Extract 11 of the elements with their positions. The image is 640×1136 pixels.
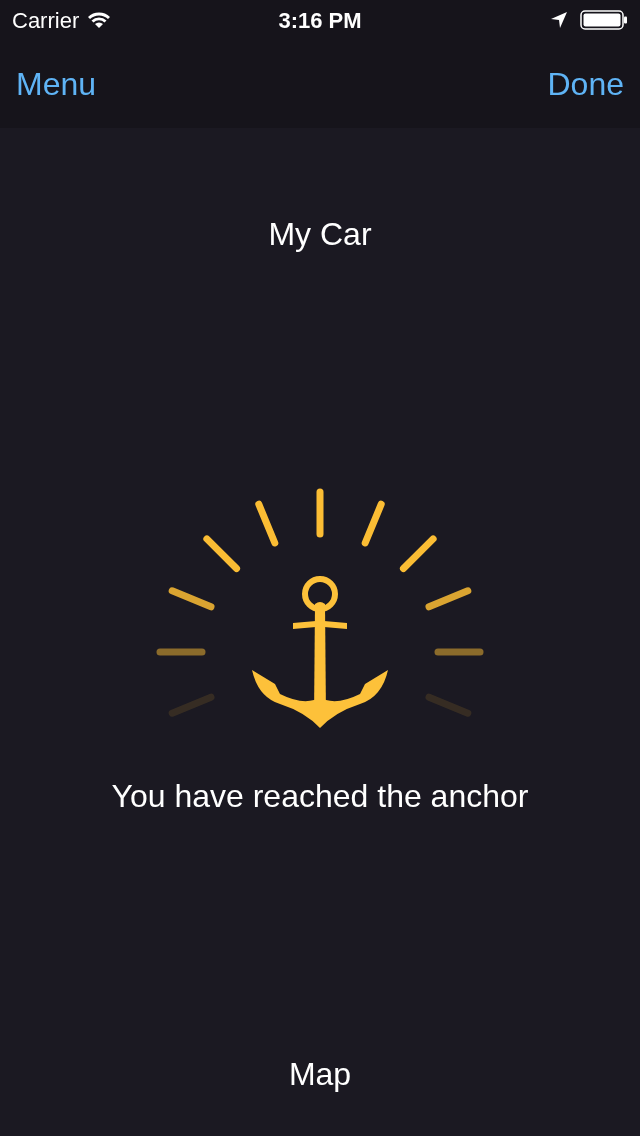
status-message: You have reached the anchor	[111, 777, 529, 816]
done-button[interactable]: Done	[547, 60, 624, 108]
wifi-icon	[87, 11, 112, 29]
clock: 3:16 PM	[278, 6, 362, 35]
battery-icon	[580, 10, 628, 30]
carrier-label: Carrier	[12, 6, 80, 35]
location-arrow-icon	[550, 11, 568, 29]
anchor-icon	[252, 576, 388, 728]
menu-button[interactable]: Menu	[16, 60, 97, 108]
map-button[interactable]: Map	[288, 1050, 352, 1098]
title: My Car	[268, 215, 372, 254]
